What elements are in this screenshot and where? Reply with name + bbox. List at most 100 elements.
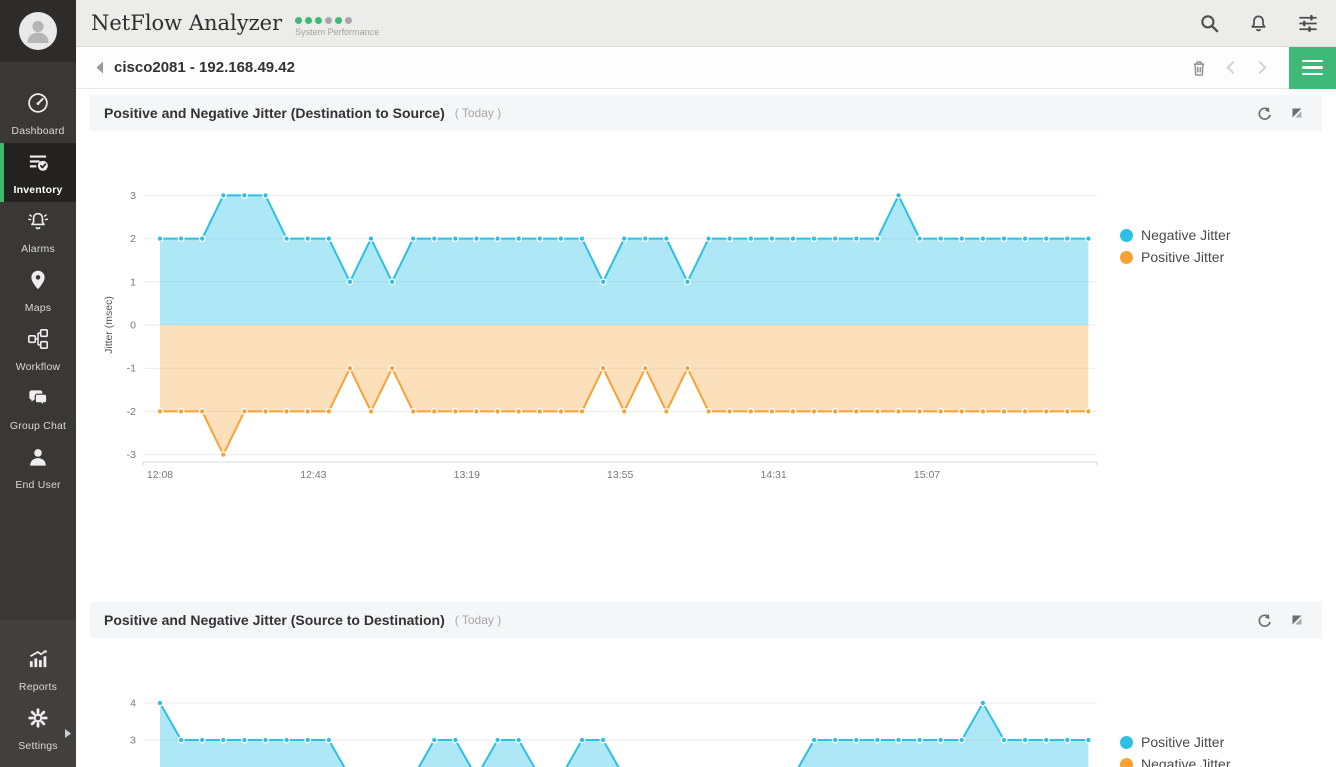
svg-text:15:07: 15:07 (914, 469, 940, 481)
refresh-icon[interactable] (1255, 612, 1272, 629)
breadcrumb-bar: cisco2081 - 192.168.49.42 (76, 47, 1336, 89)
legend-swatch (1120, 251, 1133, 264)
legend-item[interactable]: Positive Jitter (1120, 731, 1230, 753)
breadcrumb-actions (1188, 47, 1336, 88)
panel-title: Positive and Negative Jitter (Source to … (104, 612, 445, 628)
svg-text:12:08: 12:08 (147, 469, 173, 481)
chart-legend: Positive Jitter Negative Jitter (1120, 731, 1230, 767)
panel-header: Positive and Negative Jitter (Source to … (90, 602, 1322, 638)
panel-period: ( Today ) (455, 613, 501, 627)
sidebar: Dashboard Inventory (0, 0, 76, 767)
legend-item[interactable]: Negative Jitter (1120, 753, 1230, 767)
expand-icon[interactable] (1290, 106, 1304, 120)
sidebar-item-label: Alarms (21, 243, 55, 255)
sidebar-item-dashboard[interactable]: Dashboard (0, 84, 76, 143)
user-avatar-button[interactable] (0, 0, 76, 62)
back-chevron-icon[interactable] (95, 61, 104, 74)
search-icon[interactable] (1198, 12, 1221, 35)
sidebar-item-label: Workflow (16, 361, 61, 373)
panel-title: Positive and Negative Jitter (Destinatio… (104, 105, 445, 121)
topbar-icons (1198, 12, 1320, 35)
svg-text:-2: -2 (127, 406, 136, 418)
logo-dots (295, 17, 379, 24)
group-chat-icon (25, 385, 51, 416)
logo-dot (315, 17, 322, 24)
svg-text:2: 2 (130, 233, 136, 245)
chart-panel-source-to-destination: Positive and Negative Jitter (Source to … (90, 602, 1322, 767)
sidebar-item-workflow[interactable]: Workflow (0, 320, 76, 379)
logo-tagline: System Performance (295, 27, 379, 37)
avatar (19, 12, 57, 50)
legend-label: Negative Jitter (1141, 756, 1230, 767)
notifications-bell-icon[interactable] (1247, 12, 1270, 35)
logo-dot (325, 17, 332, 24)
inventory-icon (25, 149, 51, 180)
panel-menu-button[interactable] (1289, 47, 1336, 89)
panel-period: ( Today ) (455, 106, 501, 120)
sidebar-item-label: Inventory (13, 184, 62, 196)
delete-trash-icon[interactable] (1188, 56, 1210, 80)
sidebar-item-inventory[interactable]: Inventory (0, 143, 76, 202)
svg-text:12:43: 12:43 (300, 469, 326, 481)
expand-icon[interactable] (1290, 613, 1304, 627)
sidebar-item-end-user[interactable]: End User (0, 438, 76, 497)
svg-text:-1: -1 (127, 363, 136, 375)
legend-swatch (1120, 758, 1133, 767)
svg-text:13:55: 13:55 (607, 469, 633, 481)
panel-actions (1255, 105, 1304, 122)
sidebar-item-settings[interactable]: Settings (0, 699, 76, 758)
legend-label: Negative Jitter (1141, 227, 1230, 243)
previous-chevron-icon[interactable] (1223, 59, 1240, 76)
svg-text:1: 1 (130, 276, 136, 288)
sidebar-item-group-chat[interactable]: Group Chat (0, 379, 76, 438)
panel-actions (1255, 612, 1304, 629)
chart-legend: Negative Jitter Positive Jitter (1120, 224, 1230, 268)
legend-label: Positive Jitter (1141, 249, 1224, 265)
chart-panel-destination-to-source: Positive and Negative Jitter (Destinatio… (90, 95, 1322, 597)
chart-area: 3210-1-2-312:0812:4313:1913:5514:3115:07… (90, 131, 1322, 597)
svg-text:13:19: 13:19 (454, 469, 480, 481)
workflow-icon (25, 326, 51, 357)
preferences-sliders-icon[interactable] (1296, 12, 1320, 35)
reports-icon (25, 646, 51, 677)
main-content: Positive and Negative Jitter (Destinatio… (76, 89, 1336, 767)
legend-item[interactable]: Positive Jitter (1120, 246, 1230, 268)
app-logo: NetFlow Analyzer (91, 11, 282, 35)
device-title: cisco2081 - 192.168.49.42 (114, 59, 295, 76)
end-user-icon (25, 444, 51, 475)
logo-meta: System Performance (295, 10, 379, 37)
dashboard-icon (25, 90, 51, 121)
next-chevron-icon[interactable] (1253, 59, 1270, 76)
svg-text:4: 4 (130, 698, 136, 710)
app-window: Dashboard Inventory (0, 0, 1336, 767)
svg-text:3: 3 (130, 735, 136, 747)
settings-gear-icon (25, 705, 51, 736)
panel-header: Positive and Negative Jitter (Destinatio… (90, 95, 1322, 131)
legend-swatch (1120, 736, 1133, 749)
sidebar-nav: Dashboard Inventory (0, 62, 76, 497)
sidebar-item-label: Reports (19, 681, 57, 693)
sidebar-bottom-section: Reports (0, 620, 76, 767)
sidebar-item-label: Group Chat (10, 420, 66, 432)
maps-icon (25, 267, 51, 298)
svg-text:3: 3 (130, 190, 136, 202)
sidebar-item-alarms[interactable]: Alarms (0, 202, 76, 261)
sidebar-item-label: End User (15, 479, 60, 491)
svg-text:-3: -3 (127, 449, 136, 461)
alarms-icon (25, 208, 51, 239)
legend-swatch (1120, 229, 1133, 242)
logo-dot (335, 17, 342, 24)
logo-dot (295, 17, 302, 24)
jitter-chart-destination-to-source[interactable]: 3210-1-2-312:0812:4313:1913:5514:3115:07… (90, 131, 1322, 597)
sidebar-item-maps[interactable]: Maps (0, 261, 76, 320)
sidebar-item-reports[interactable]: Reports (0, 640, 76, 699)
svg-text:Jitter (msec): Jitter (msec) (103, 296, 115, 354)
chart-area: 43210-1-2-3-412:0812:4313:1913:5514:3115… (90, 638, 1322, 767)
legend-item[interactable]: Negative Jitter (1120, 224, 1230, 246)
refresh-icon[interactable] (1255, 105, 1272, 122)
sidebar-item-label: Maps (25, 302, 51, 314)
logo-dot (305, 17, 312, 24)
svg-text:14:31: 14:31 (760, 469, 786, 481)
hamburger-icon (1302, 60, 1323, 63)
topbar: NetFlow Analyzer System Performance (76, 0, 1336, 47)
